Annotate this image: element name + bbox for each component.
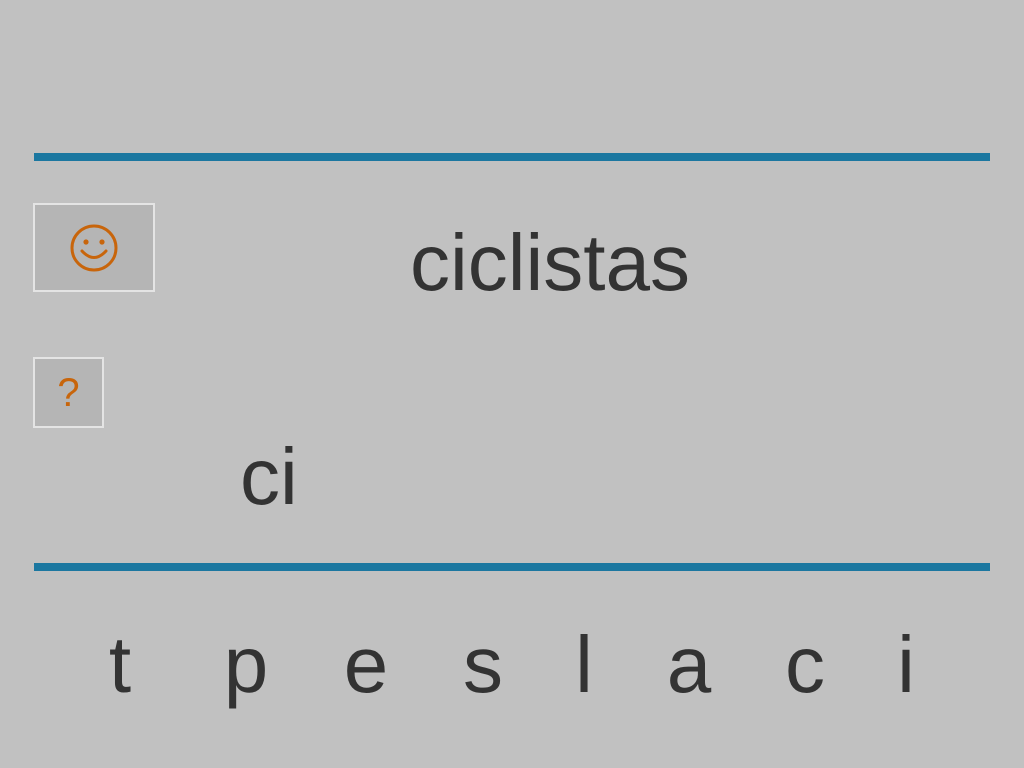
help-button-label: ?	[57, 370, 80, 415]
letter-tile[interactable]: l	[544, 620, 624, 710]
target-word: ciclistas	[409, 218, 691, 307]
letter-tile[interactable]: i	[866, 620, 946, 710]
letter-tile[interactable]: e	[326, 620, 406, 710]
typed-word: ci	[240, 432, 298, 521]
letter-tile[interactable]: c	[765, 620, 845, 710]
top-divider	[34, 153, 990, 161]
letter-tile[interactable]: t	[80, 620, 160, 710]
letter-tile[interactable]: p	[206, 620, 286, 710]
letter-choices: t p e s l a c i	[0, 620, 1024, 710]
bottom-divider	[34, 563, 990, 571]
help-button[interactable]: ?	[33, 357, 104, 428]
letter-tile[interactable]: s	[443, 620, 523, 710]
letter-tile[interactable]: a	[649, 620, 729, 710]
